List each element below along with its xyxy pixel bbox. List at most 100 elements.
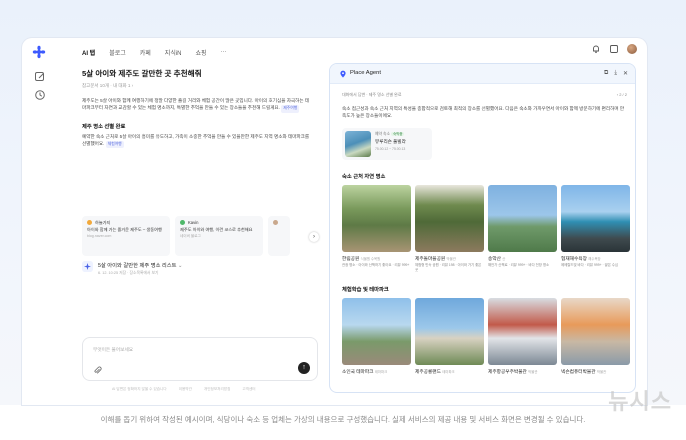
attach-icon[interactable] — [93, 366, 102, 375]
place-category: 박물관 — [528, 369, 538, 374]
place-card[interactable]: 협재해수욕장 해수욕장 에메랄드빛 바다 · 리뷰 999+ · 얕은 수심 — [561, 184, 630, 273]
answer-text-1: 제주도는 5살 아이와 함께 여행하기에 정말 다양한 즐길 거리와 체험 공간… — [82, 98, 310, 111]
source-card[interactable]: 하늘가지 아이와 함께 가는 즐거운 제주도 – 생동여행 blog.naver… — [82, 216, 170, 256]
avatar[interactable] — [627, 44, 637, 54]
panel-description: 숙소 접근성과 숙소 근처 지역의 특성을 종합적으로 검토해 최적의 장소를 … — [342, 106, 625, 119]
disclaimer-link[interactable]: AI 답변은 정확하지 않을 수 있습니다 — [112, 387, 167, 392]
source-tag[interactable]: 체험여행 — [105, 140, 124, 149]
source-site: blog.naver.com — [87, 234, 112, 239]
place-name: 제주돌마을공원 — [415, 255, 446, 261]
top-right-controls — [591, 44, 637, 54]
new-chat-icon[interactable] — [34, 71, 46, 83]
hotel-photo — [345, 130, 371, 157]
theme-places-grid: 소인국 테마파크 테마파크 제주공룡랜드 테마파크 제주항공우주박물관 박물관 … — [342, 297, 630, 375]
place-pin-icon — [340, 70, 346, 78]
logo-icon[interactable] — [32, 45, 46, 59]
watermark: 뉴시스 — [608, 389, 672, 414]
place-photo — [561, 297, 630, 365]
tab-cafe[interactable]: 카페 — [140, 48, 151, 57]
answer-paragraph-1: 제주도는 5살 아이와 함께 여행하기에 정말 다양한 즐길 거리와 체험 공간… — [82, 97, 312, 113]
panel-title: Place Agent — [350, 70, 381, 76]
copy-icon[interactable]: ⧉ — [604, 70, 608, 77]
place-photo — [488, 184, 557, 252]
place-photo — [342, 297, 411, 365]
place-card[interactable]: 제주공룡랜드 테마파크 — [415, 297, 484, 375]
answer-meta[interactable]: 참고문서 10개 · 내 대화 1 › — [82, 83, 312, 89]
saved-list-sub: 6. 12. 10:25 저장 · 장소목록에서 보기 — [98, 271, 159, 275]
place-name: 한림공원 — [342, 255, 360, 261]
place-name: 넥슨컴퓨터박물관 — [561, 368, 596, 374]
place-name: 소인국 테마파크 — [342, 368, 374, 374]
place-category: 테마파크 — [374, 369, 388, 374]
saved-list-title: 5살 아이와 갈만한 제주 명소 리스트 — [98, 263, 177, 269]
history-icon[interactable] — [34, 89, 46, 101]
booked-hotel-card[interactable]: 예약 숙소 숙박중 뷰루리슨 풀빌라 75.00.12 ~ 75.00.13 — [342, 127, 432, 160]
apps-grid-icon[interactable] — [609, 44, 619, 54]
send-button[interactable]: ↑ — [298, 362, 310, 374]
place-photo — [342, 184, 411, 252]
place-agent-panel: Place Agent ⧉ ⤓ ✕ 대화에서 답변 · 제주 명소 선별 완료 … — [329, 63, 636, 393]
tab-shopping[interactable]: 쇼핑 — [196, 48, 207, 57]
place-category: 박물관 — [446, 256, 456, 261]
place-name: 협재해수욕장 — [561, 255, 587, 261]
chevron-down-icon[interactable]: ⌄ — [178, 263, 182, 269]
source-avatar-icon — [273, 220, 278, 225]
download-icon[interactable]: ⤓ — [614, 70, 617, 77]
place-name: 송악산 — [488, 255, 501, 261]
source-title: 아이와 함께 가는 즐거운 제주도 – 생동여행 — [87, 226, 162, 232]
chat-answer: 5살 아이와 제주도 갈만한 곳 추천해줘 참고문서 10개 · 내 대화 1 … — [82, 68, 319, 275]
status-badge: 숙박중 — [391, 131, 405, 136]
source-cards: 하늘가지 아이와 함께 가는 즐거운 제주도 – 생동여행 blog.naver… — [82, 216, 290, 256]
tab-ai[interactable]: AI 탭 — [82, 48, 95, 57]
chat-input-box[interactable]: 무엇이든 물어보세요 ↑ — [82, 337, 318, 381]
next-sources-button[interactable]: › — [309, 232, 319, 242]
place-card[interactable]: 송악산 산 해안가 산책로 · 리뷰 999+ · 바다 전망 명소 — [488, 184, 557, 273]
section-title: 제주 명소 선별 완료 — [82, 123, 126, 130]
place-card[interactable]: 제주항공우주박물관 박물관 — [488, 297, 557, 375]
chat-input-placeholder[interactable]: 무엇이든 물어보세요 — [93, 347, 133, 353]
place-photo — [415, 184, 484, 252]
place-desc: 체험형 민속 공원 · 리뷰 198 · 아이와 가기 좋은 곳 — [415, 262, 482, 272]
place-card[interactable]: 제주돌마을공원 박물관 체험형 민속 공원 · 리뷰 198 · 아이와 가기 … — [415, 184, 484, 273]
place-card[interactable]: 소인국 테마파크 테마파크 — [342, 297, 411, 375]
saved-list-card[interactable]: 5살 아이와 갈만한 제주 명소 리스트 ⌄ 6. 12. 10:25 저장 ·… — [82, 261, 182, 276]
image-caption: 이해를 돕기 위하여 작성된 예시이며, 식당이나 숙소 등 업체는 가상의 내… — [100, 415, 586, 424]
support-link[interactable]: 고객센터 — [242, 387, 255, 392]
bell-icon[interactable] — [591, 44, 601, 54]
place-name: 제주공룡랜드 — [415, 368, 441, 374]
source-avatar-icon — [87, 220, 92, 226]
panel-pager[interactable]: ‹ 2 / 2 — [617, 92, 627, 98]
hotel-dates: 75.00.12 ~ 75.00.13 — [375, 146, 406, 151]
left-rail — [22, 38, 58, 405]
theme-section-title: 체험학습 및 테마파크 — [342, 286, 389, 293]
nature-section-title: 숙소 근처 자연 명소 — [342, 173, 386, 180]
panel-context: 대화에서 답변 · 제주 명소 선별 완료 — [342, 92, 402, 97]
place-name: 제주항공우주박물관 — [488, 368, 527, 374]
footer-links: AI 답변은 정확하지 않을 수 있습니다 이용약관 개인정보처리방침 고객센터 — [112, 387, 256, 392]
source-avatar-icon — [180, 220, 185, 226]
source-title: 제주도 아이와 여행, 이런 코스로 추천해요 — [180, 226, 253, 232]
terms-link[interactable]: 이용약관 — [179, 387, 192, 392]
place-category: 산 — [502, 256, 506, 261]
source-tag[interactable]: 제주여행 — [281, 105, 300, 113]
place-desc: 에메랄드빛 바다 · 리뷰 999+ · 얕은 수심 — [561, 262, 619, 267]
tab-kin[interactable]: 지식iN — [165, 48, 182, 57]
place-category: 해수욕장 — [588, 256, 601, 261]
source-card[interactable]: Kavin 제주도 아이와 여행, 이런 코스로 추천해요 네이버 블로그 — [175, 216, 263, 256]
source-site: 네이버 블로그 — [180, 234, 201, 239]
place-card[interactable]: 한림공원 식물원 수목원 관광 명소 · 아이와 산책하기 좋아요 · 리뷰 9… — [342, 184, 411, 273]
more-tabs-button[interactable]: ··· — [221, 49, 227, 55]
question-title: 5살 아이와 제주도 갈만한 곳 추천해줘 — [82, 69, 202, 78]
source-card[interactable] — [268, 216, 290, 256]
nature-places-grid: 한림공원 식물원 수목원 관광 명소 · 아이와 산책하기 좋아요 · 리뷰 9… — [342, 184, 630, 273]
privacy-link[interactable]: 개인정보처리방침 — [204, 387, 230, 392]
tab-blog[interactable]: 블로그 — [109, 48, 126, 57]
place-photo — [488, 297, 557, 365]
app-window: AI 탭 블로그 카페 지식iN 쇼핑 ··· 5살 아이와 제주도 갈만한 곳… — [22, 38, 647, 405]
place-desc: 관광 명소 · 아이와 산책하기 좋아요 · 리뷰 999+ — [342, 262, 410, 267]
hotel-label: 예약 숙소 — [375, 131, 391, 136]
close-icon[interactable]: ✕ — [623, 70, 628, 77]
answer-paragraph-2: 예약한 숙소 근처로 5살 아이의 흥미를 유도하고, 가족이 소중한 추억을 … — [82, 133, 312, 149]
place-card[interactable]: 넥슨컴퓨터박물관 박물관 — [561, 297, 630, 375]
place-desc: 해안가 산책로 · 리뷰 999+ · 바다 전망 명소 — [488, 262, 550, 267]
